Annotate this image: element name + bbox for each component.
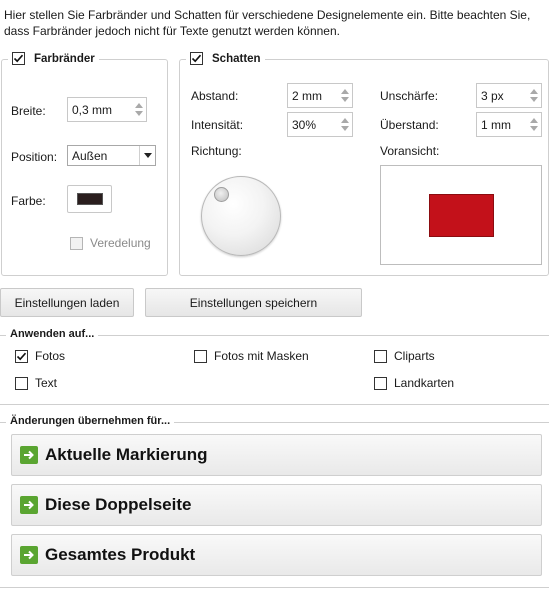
direction-handle[interactable] xyxy=(214,187,229,202)
position-label: Position: xyxy=(11,150,58,164)
spinner-arrows-icon[interactable] xyxy=(527,113,541,136)
save-settings-button[interactable]: Einstellungen speichern xyxy=(145,288,362,317)
apply-product-button[interactable]: Gesamtes Produkt xyxy=(11,534,542,576)
intro-text: Hier stellen Sie Farbränder und Schatten… xyxy=(4,8,531,38)
position-select[interactable]: Außen xyxy=(67,145,156,166)
masken-label: Fotos mit Masken xyxy=(214,349,309,363)
checkmark-icon xyxy=(191,54,202,63)
ueberstand-label: Überstand: xyxy=(380,118,439,132)
ueberstand-spinner[interactable]: 1 mm xyxy=(476,112,542,137)
intensitaet-spinner[interactable]: 30% xyxy=(287,112,353,137)
text-checkbox[interactable] xyxy=(15,376,28,390)
richtung-label: Richtung: xyxy=(191,144,242,158)
breite-label: Breite: xyxy=(11,104,46,118)
commit-title: Änderungen übernehmen für... xyxy=(6,415,175,427)
option-fotos[interactable]: Fotos xyxy=(15,349,65,363)
veredelung-label: Veredelung xyxy=(90,236,151,250)
arrow-right-icon xyxy=(20,546,38,564)
option-text[interactable]: Text xyxy=(15,376,57,390)
arrow-right-icon xyxy=(20,446,38,464)
apply-current-selection-button[interactable]: Aktuelle Markierung xyxy=(11,434,542,476)
unschaerfe-label: Unschärfe: xyxy=(380,89,439,103)
produkt-label: Gesamtes Produkt xyxy=(45,545,196,564)
voransicht-label: Voransicht: xyxy=(380,144,440,158)
shadow-preview xyxy=(380,165,542,265)
abstand-value: 2 mm xyxy=(292,88,322,103)
chevron-down-icon[interactable] xyxy=(139,146,155,165)
position-value: Außen xyxy=(72,148,108,163)
farbraender-legend: Farbränder xyxy=(8,52,99,65)
ueberstand-value: 1 mm xyxy=(481,117,511,132)
fotos-checkbox[interactable] xyxy=(15,349,28,363)
doppelseite-label: Diese Doppelseite xyxy=(45,495,192,514)
apply-to-title: Anwenden auf... xyxy=(6,328,99,340)
spinner-arrows-icon[interactable] xyxy=(338,84,352,107)
text-label: Text xyxy=(35,376,58,390)
landkarten-checkbox[interactable] xyxy=(374,376,387,390)
breite-spinner[interactable]: 0,3 mm xyxy=(67,97,147,122)
farbe-label: Farbe: xyxy=(11,194,46,208)
intensitaet-value: 30% xyxy=(292,117,317,132)
apply-to-section: Anwenden auf... xyxy=(0,328,549,405)
preview-shape xyxy=(429,194,494,237)
unschaerfe-spinner[interactable]: 3 px xyxy=(476,83,542,108)
option-cliparts[interactable]: Cliparts xyxy=(374,349,435,363)
abstand-label: Abstand: xyxy=(191,89,239,103)
schatten-legend: Schatten xyxy=(186,52,265,65)
spinner-arrows-icon[interactable] xyxy=(338,113,352,136)
cliparts-checkbox[interactable] xyxy=(374,349,387,363)
direction-dial[interactable] xyxy=(201,176,281,256)
landkarten-label: Landkarten xyxy=(394,376,455,390)
apply-spread-button[interactable]: Diese Doppelseite xyxy=(11,484,542,526)
farbraender-checkbox[interactable] xyxy=(12,52,25,65)
load-settings-button[interactable]: Einstellungen laden xyxy=(0,288,134,317)
color-swatch xyxy=(76,193,103,205)
option-landkarten[interactable]: Landkarten xyxy=(374,376,454,390)
unschaerfe-value: 3 px xyxy=(481,88,504,103)
option-fotos-mit-masken[interactable]: Fotos mit Masken xyxy=(194,349,309,363)
schatten-title: Schatten xyxy=(212,52,261,65)
breite-value: 0,3 mm xyxy=(72,102,113,117)
aktuelle-label: Aktuelle Markierung xyxy=(45,445,208,464)
spinner-arrows-icon[interactable] xyxy=(527,84,541,107)
cliparts-label: Cliparts xyxy=(394,349,435,363)
veredelung-option[interactable]: Veredelung xyxy=(70,236,151,250)
fotos-label: Fotos xyxy=(35,349,66,363)
intensitaet-label: Intensität: xyxy=(191,118,244,132)
schatten-checkbox[interactable] xyxy=(190,52,203,65)
abstand-spinner[interactable]: 2 mm xyxy=(287,83,353,108)
checkmark-icon xyxy=(16,352,27,360)
farbraender-title: Farbränder xyxy=(34,52,95,65)
veredelung-checkbox[interactable] xyxy=(70,236,83,250)
farbe-color-button[interactable] xyxy=(67,185,112,213)
masken-checkbox[interactable] xyxy=(194,349,207,363)
spinner-arrows-icon[interactable] xyxy=(132,98,146,121)
checkmark-icon xyxy=(13,54,24,63)
arrow-right-icon xyxy=(20,496,38,514)
